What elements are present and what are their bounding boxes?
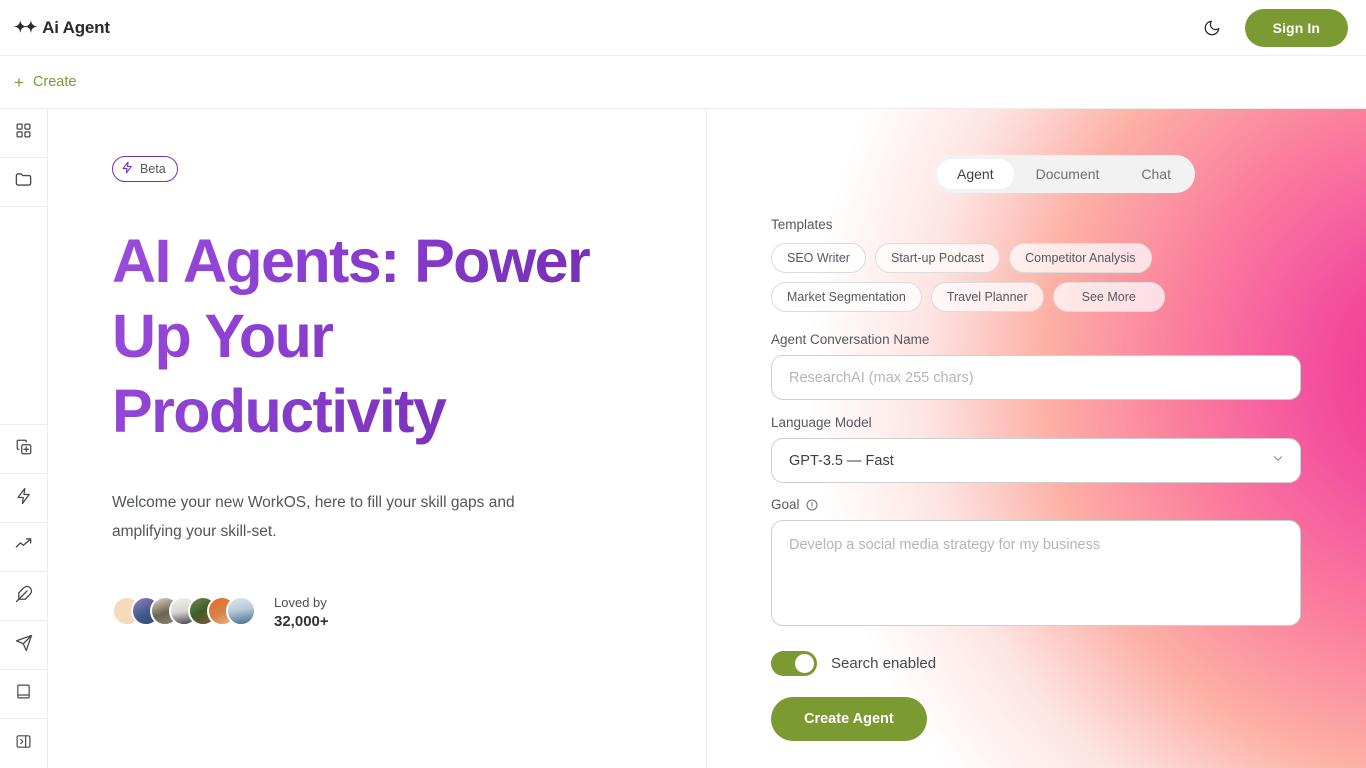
plus-icon: + <box>14 72 24 92</box>
language-model-section: Language Model GPT-3.5 — Fast <box>771 415 1301 483</box>
tab-chat[interactable]: Chat <box>1121 159 1191 189</box>
sidebar-item-actions[interactable] <box>0 474 47 523</box>
app-logo[interactable]: ✦✦ Ai Agent <box>14 18 110 38</box>
copy-plus-icon <box>15 438 33 461</box>
goal-label: Goal <box>771 497 800 512</box>
template-chip-market-segmentation[interactable]: Market Segmentation <box>771 282 922 312</box>
create-bar: + Create <box>0 56 1366 109</box>
trending-up-icon <box>14 535 33 559</box>
search-enabled-toggle[interactable] <box>771 651 817 676</box>
sidebar-rail <box>0 109 48 768</box>
agent-form: Agent Document Chat Templates SEO Writer… <box>771 155 1366 741</box>
goal-section: Goal <box>771 497 1301 631</box>
avatar-group <box>112 596 256 626</box>
lightning-icon <box>121 161 134 177</box>
top-header: ✦✦ Ai Agent Sign In <box>0 0 1366 56</box>
mode-tabs: Agent Document Chat <box>933 155 1195 193</box>
template-chip-seo-writer[interactable]: SEO Writer <box>771 243 866 273</box>
sidebar-item-dashboard[interactable] <box>0 109 47 158</box>
language-model-label: Language Model <box>771 415 872 430</box>
conversation-name-section: Agent Conversation Name <box>771 332 1301 400</box>
language-model-select[interactable]: GPT-3.5 — Fast <box>771 438 1301 483</box>
send-icon <box>15 634 33 657</box>
template-chip-list: SEO Writer Start-up Podcast Competitor A… <box>771 243 1311 312</box>
tab-agent[interactable]: Agent <box>937 159 1014 189</box>
beta-badge-label: Beta <box>140 162 166 176</box>
top-header-actions: Sign In <box>1199 8 1348 47</box>
folder-icon <box>14 170 33 194</box>
sign-in-button[interactable]: Sign In <box>1244 8 1348 47</box>
agent-form-panel: Agent Document Chat Templates SEO Writer… <box>707 109 1366 768</box>
template-chip-startup-podcast[interactable]: Start-up Podcast <box>874 243 1001 273</box>
create-label: Create <box>32 74 77 90</box>
goal-textarea[interactable] <box>771 520 1301 626</box>
avatar <box>226 596 256 626</box>
social-proof: Loved by 32,000+ <box>112 592 706 630</box>
language-model-select-wrap: GPT-3.5 — Fast <box>771 438 1301 483</box>
main-shell: Beta AI Agents: Power Up Your Productivi… <box>0 109 1366 768</box>
search-toggle-row: Search enabled <box>771 651 1366 676</box>
sidebar-item-analytics[interactable] <box>0 523 47 572</box>
search-enabled-label: Search enabled <box>831 655 937 672</box>
sidebar-item-new-copy[interactable] <box>0 425 47 474</box>
toggle-knob <box>795 654 814 673</box>
panel-right-icon <box>15 733 32 755</box>
sidebar-item-send[interactable] <box>0 621 47 670</box>
templates-section: Templates SEO Writer Start-up Podcast Co… <box>771 217 1301 312</box>
sidebar-item-write[interactable] <box>0 572 47 621</box>
beta-badge: Beta <box>112 156 178 182</box>
goal-label-row: Goal <box>771 497 1301 512</box>
lightning-icon <box>15 487 33 510</box>
hero-section: Beta AI Agents: Power Up Your Productivi… <box>48 109 707 768</box>
conversation-name-label: Agent Conversation Name <box>771 332 930 347</box>
sidebar-spacer <box>0 207 47 425</box>
template-chip-competitor-analysis[interactable]: Competitor Analysis <box>1009 243 1152 273</box>
brand-title: Ai Agent <box>42 17 110 37</box>
template-chip-travel-planner[interactable]: Travel Planner <box>930 282 1044 312</box>
templates-label: Templates <box>771 217 833 232</box>
tab-document[interactable]: Document <box>1016 159 1120 189</box>
sidebar-item-folder[interactable] <box>0 158 47 207</box>
grid-dashboard-icon <box>15 122 32 144</box>
create-button[interactable]: + Create <box>14 74 76 91</box>
create-agent-button[interactable]: Create Agent <box>771 697 927 741</box>
loved-by-caption: Loved by <box>274 595 327 610</box>
hero-subtitle: Welcome your new WorkOS, here to fill yo… <box>112 494 515 540</box>
info-icon[interactable] <box>806 499 818 511</box>
sidebar-item-collapse-panel[interactable] <box>0 719 47 768</box>
conversation-name-input[interactable] <box>771 355 1301 400</box>
book-icon <box>15 683 32 705</box>
sidebar-item-library[interactable] <box>0 670 47 719</box>
page-title: AI Agents: Power Up Your Productivity <box>112 224 632 449</box>
moon-icon[interactable] <box>1199 15 1225 41</box>
social-proof-text: Loved by 32,000+ <box>274 592 329 630</box>
feather-icon <box>15 585 33 608</box>
see-more-button[interactable]: See More <box>1052 282 1165 312</box>
loved-by-count: 32,000+ <box>274 613 329 630</box>
sparkles-icon: ✦✦ <box>14 19 37 36</box>
